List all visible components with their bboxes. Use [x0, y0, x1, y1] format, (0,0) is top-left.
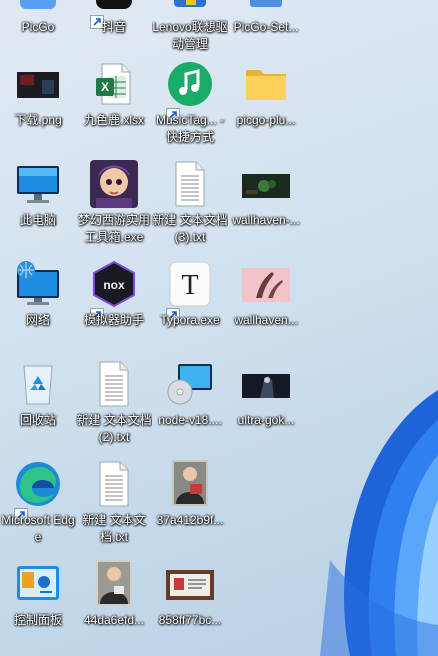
icon-label: 44da6efd... — [83, 613, 145, 627]
icon-label: 梦幻西游实用工具箱.exe — [77, 213, 150, 244]
svg-text:X: X — [101, 80, 109, 94]
desktop-icon-this-pc[interactable]: 此电脑 — [0, 160, 76, 256]
icon-label: 控制面板 — [13, 613, 62, 627]
excel-file-icon: X — [90, 60, 138, 108]
icon-label: 新建 文本文档 (3).txt — [152, 213, 228, 244]
icon-label: picgo-plu... — [236, 113, 296, 127]
desktop-icon-picgo-plugin-folder[interactable]: picgo-plu... — [228, 60, 304, 156]
msi-installer-icon — [166, 360, 214, 408]
wallpaper-image-icon — [242, 260, 290, 308]
icon-label: 新建 文本文档.txt — [82, 513, 146, 544]
desktop-icon-wallhaven-2[interactable]: wallhaven... — [228, 260, 304, 356]
icon-label: 模拟器助手 — [83, 313, 144, 327]
icon-label: Microsoft Edge — [1, 513, 75, 544]
icon-label: 九色鹿.xlsx — [83, 113, 144, 127]
icon-label: Lenovo联想驱动管理 — [152, 20, 228, 51]
icon-label: 网络 — [25, 313, 50, 327]
icon-label: 新建 文本文档 (2).txt — [76, 413, 152, 444]
desktop-icon-musictag[interactable]: MusicTag... - 快捷方式 — [152, 60, 228, 156]
desktop-icon-douyin[interactable]: 抖音 — [76, 0, 152, 63]
music-tag-icon — [166, 60, 214, 108]
desktop-icon-new-text-3[interactable]: 新建 文本文档 (3).txt — [152, 160, 228, 256]
desktop-icon-lenovo-driver[interactable]: Lenovo联想驱动管理 — [152, 0, 228, 63]
douyin-app-icon — [90, 0, 138, 15]
recycle-bin-icon — [14, 360, 62, 408]
icon-label: 抖音 — [101, 20, 126, 34]
icon-label: PicGo-Set... — [233, 20, 299, 34]
icon-label: 回收站 — [19, 413, 56, 427]
desktop-icon-ultra-goku[interactable]: ultra-gok... — [228, 360, 304, 456]
desktop-icon-control-panel[interactable]: 控制面板 — [0, 560, 76, 656]
typora-icon: T — [166, 260, 214, 308]
photo-image-icon — [166, 460, 214, 508]
desktop-icon-typora[interactable]: T Typora.exe — [152, 260, 228, 356]
desktop-icon-recycle-bin[interactable]: 回收站 — [0, 360, 76, 456]
lenovo-driver-icon — [166, 0, 214, 15]
control-panel-icon — [14, 560, 62, 608]
this-pc-icon — [14, 160, 62, 208]
folder-icon — [242, 60, 290, 108]
icon-label: 858ff77bc... — [158, 613, 222, 627]
icon-label: 37a412b9f... — [156, 513, 224, 527]
desktop-icon-download-png[interactable]: 下载.png — [0, 60, 76, 156]
text-file-icon — [90, 360, 138, 408]
desktop-icon-picgo-setup[interactable]: PicGo-Set... — [228, 0, 304, 63]
icon-label: 下载.png — [14, 113, 62, 127]
icon-label: ultra-gok... — [237, 413, 295, 427]
icon-label: MusicTag... - 快捷方式 — [155, 113, 224, 144]
desktop-icon-node-installer[interactable]: node-v18.... — [152, 360, 228, 456]
photo-image-icon — [90, 560, 138, 608]
network-icon — [14, 260, 62, 308]
photo-image-icon — [166, 560, 214, 608]
desktop-icon-photo-44da6e[interactable]: 44da6efd... — [76, 560, 152, 656]
icon-label: PicGo — [21, 20, 55, 34]
icon-label: wallhaven... — [234, 313, 298, 327]
desktop-icon-game-toolbox[interactable]: 梦幻西游实用工具箱.exe — [76, 160, 152, 256]
nox-emulator-icon: nox — [90, 260, 138, 308]
wallpaper-image-icon — [242, 360, 290, 408]
desktop-icon-wallhaven-1[interactable]: wallhaven-... — [228, 160, 304, 256]
text-file-icon — [166, 160, 214, 208]
wallpaper-image-icon — [242, 160, 290, 208]
desktop-icon-jiuselu-xlsx[interactable]: X 九色鹿.xlsx — [76, 60, 152, 156]
icon-label: node-v18.... — [158, 413, 222, 427]
desktop-icon-photo-858ff7[interactable]: 858ff77bc... — [152, 560, 228, 656]
svg-text:nox: nox — [103, 278, 125, 292]
desktop-icon-photo-37a412[interactable]: 37a412b9f... — [152, 460, 228, 556]
icon-label: Typora.exe — [160, 313, 220, 327]
installer-icon — [242, 0, 290, 15]
edge-icon — [14, 460, 62, 508]
desktop-icon-picgo[interactable]: PicGo — [0, 0, 76, 63]
desktop-icon-nox-emulator[interactable]: nox 模拟器助手 — [76, 260, 152, 356]
desktop-icon-new-text[interactable]: 新建 文本文档.txt — [76, 460, 152, 556]
svg-text:T: T — [181, 270, 198, 301]
desktop-icon-network[interactable]: 网络 — [0, 260, 76, 356]
desktop-icon-new-text-2[interactable]: 新建 文本文档 (2).txt — [76, 360, 152, 456]
image-file-icon — [14, 60, 62, 108]
text-file-icon — [90, 460, 138, 508]
picgo-app-icon — [14, 0, 62, 15]
icon-label: wallhaven-... — [232, 213, 300, 227]
game-toolbox-icon — [90, 160, 138, 208]
desktop-icon-edge[interactable]: Microsoft Edge — [0, 460, 76, 556]
desktop[interactable]: PicGo 抖音 Lenovo联想驱动管理 PicGo-Set... 下载.pn… — [0, 0, 438, 656]
icon-label: 此电脑 — [19, 213, 56, 227]
